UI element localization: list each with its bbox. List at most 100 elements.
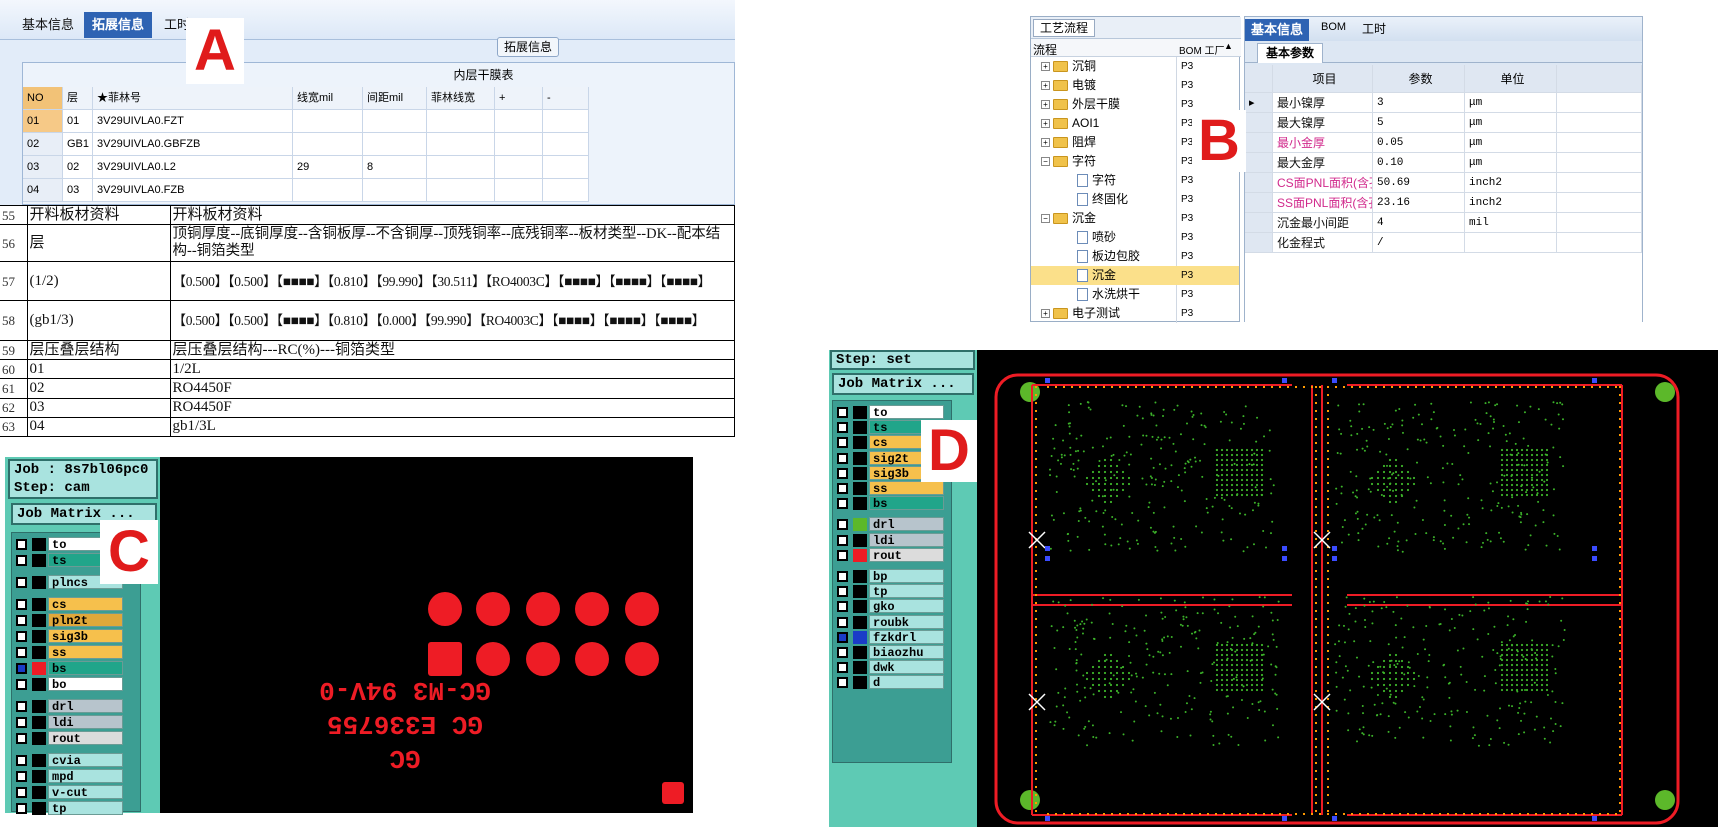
layer-color-swatch[interactable] [32,802,46,815]
grid-cell[interactable] [543,156,589,179]
grid-cell[interactable]: 04 [23,179,63,202]
param-value[interactable]: 3 [1373,93,1465,113]
layer-checkbox[interactable] [16,717,27,728]
grid-cell[interactable]: 01 [23,110,63,133]
layer-color-swatch[interactable] [853,406,867,419]
grid-cell[interactable]: 3V29UIVLA0.L2 [93,156,293,179]
param-extra[interactable] [1557,113,1642,133]
param-value[interactable]: 0.10 [1373,153,1465,173]
layer-checkbox[interactable] [16,599,27,610]
grid-cell[interactable]: 3V29UIVLA0.FZB [93,179,293,202]
tab-process-flow[interactable]: 工艺流程 [1033,19,1096,37]
layer-checkbox[interactable] [837,549,848,561]
panel-c-canvas[interactable]: GC-M3 94V-0 GC E336755 GC [160,457,693,813]
column-header[interactable]: 项目 [1273,65,1373,93]
layer-color-swatch[interactable] [853,548,867,562]
layer-name[interactable]: ldi [48,715,123,730]
expand-toggle-icon[interactable]: + [1041,138,1050,148]
layer-color-swatch[interactable] [853,661,867,675]
layer-row-ss[interactable]: ss [833,481,951,496]
tab-basic-info[interactable]: 基本信息 [14,12,82,38]
param-name[interactable]: SS面PNL面积(含孔) [1273,193,1373,213]
layer-row-ldi[interactable]: ldi [833,532,951,548]
layer-row-gko[interactable]: gko [833,599,951,614]
param-name[interactable]: 最大镍厚 [1273,113,1373,133]
grid-cell[interactable]: 02 [63,156,93,179]
param-value[interactable]: 23.16 [1373,193,1465,213]
param-unit[interactable]: μm [1465,113,1557,133]
grid-header-4[interactable]: 间距mil [363,87,427,110]
layer-color-swatch[interactable] [853,600,867,614]
layer-name[interactable]: bp [869,569,944,584]
layer-color-swatch[interactable] [853,466,867,480]
layer-color-swatch[interactable] [32,678,46,691]
layer-checkbox[interactable] [837,677,848,689]
expand-toggle-icon[interactable]: + [1041,309,1050,319]
grid-cell[interactable] [363,110,427,133]
layer-row-mpd[interactable]: mpd [12,769,140,784]
layer-checkbox[interactable] [837,534,848,546]
layer-row-ldi[interactable]: ldi [12,715,140,730]
expand-toggle-icon[interactable]: + [1041,100,1050,110]
layer-color-swatch[interactable] [32,576,46,589]
layer-checkbox[interactable] [16,631,27,642]
layer-name[interactable]: sig3b [48,629,123,644]
grid-cell[interactable] [293,110,363,133]
layer-checkbox[interactable] [837,586,848,598]
layer-name[interactable]: rout [48,731,123,746]
layer-checkbox[interactable] [16,555,27,566]
row-selector[interactable] [1245,133,1273,153]
layer-name[interactable]: dwk [869,660,944,675]
grid-cell[interactable] [427,133,495,156]
tab-extended-info[interactable]: 拓展信息 [84,12,153,38]
grid-cell[interactable] [363,179,427,202]
layer-checkbox[interactable] [16,733,27,744]
tab-b-hours[interactable]: 工时 [1362,20,1386,37]
layer-color-swatch[interactable] [32,630,46,643]
tab-b-bom[interactable]: BOM [1321,21,1346,33]
layer-name[interactable]: tp [869,584,944,599]
grid-cell[interactable]: 03 [23,156,63,179]
grid-header-2[interactable]: ★菲林号 [93,87,293,110]
layer-name[interactable]: ss [48,645,123,660]
layer-row-sig3b[interactable]: sig3b [12,629,140,644]
param-value[interactable]: / [1373,233,1465,253]
param-name[interactable]: CS面PNL面积(含孔) [1273,173,1373,193]
tree-node[interactable]: 喷砂 P3 [1031,228,1239,247]
param-extra[interactable] [1557,133,1642,153]
param-unit[interactable] [1465,233,1557,253]
expand-toggle-icon[interactable]: − [1041,157,1050,167]
tree-node[interactable]: + 沉铜 P3 [1031,57,1239,76]
layer-row-drl[interactable]: drl [833,517,951,532]
layer-name[interactable]: bs [869,496,944,511]
layer-color-swatch[interactable] [853,421,867,435]
grid-header-1[interactable]: 层 [63,87,93,110]
grid-cell[interactable]: 02 [23,133,63,156]
grid-cell[interactable] [543,110,589,133]
layer-checkbox[interactable] [837,519,848,531]
tree-node[interactable]: + 电镀 P3 [1031,76,1239,95]
layer-row-biaozhu[interactable]: biaozhu [833,645,951,660]
tab-b-basic-info[interactable]: 基本信息 [1245,19,1310,41]
layer-row-tp[interactable]: tp [833,584,951,599]
tree-node[interactable]: + 电子测试 P3 [1031,304,1239,323]
job-matrix-button-d[interactable]: Job Matrix ... [832,373,974,395]
layer-row-cs[interactable]: cs [12,597,140,612]
layer-name[interactable]: mpd [48,769,123,784]
tree-node[interactable]: 沉金 P3 [1031,266,1239,285]
param-extra[interactable] [1557,93,1642,113]
layer-color-swatch[interactable] [853,533,867,547]
layer-name[interactable]: tp [48,801,123,816]
layer-name[interactable]: bs [48,661,123,676]
tree-node[interactable]: − 沉金 P3 [1031,209,1239,228]
layer-checkbox[interactable] [837,647,848,658]
param-name[interactable]: 最小金厚 [1273,133,1373,153]
layer-row-d[interactable]: d [833,675,951,690]
row-selector[interactable] [1245,213,1273,233]
layer-row-bp[interactable]: bp [833,569,951,584]
layer-checkbox[interactable] [16,647,27,658]
layer-checkbox[interactable] [837,422,848,434]
column-header-blank[interactable] [1557,65,1642,93]
row-selector[interactable] [1245,173,1273,193]
layer-color-swatch[interactable] [853,630,867,644]
